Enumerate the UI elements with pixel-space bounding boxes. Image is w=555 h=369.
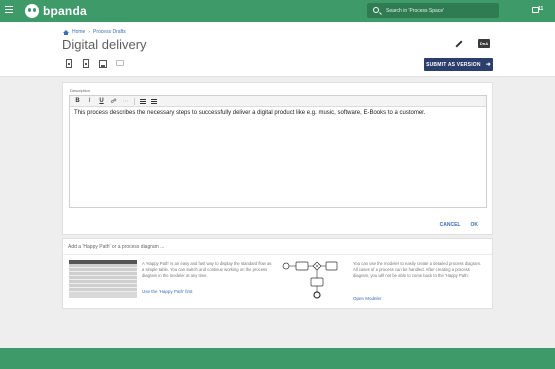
- search-input[interactable]: [386, 5, 494, 16]
- document-settings-icon[interactable]: [81, 59, 91, 69]
- save-icon[interactable]: [98, 59, 108, 69]
- page-title: Digital delivery: [62, 37, 147, 52]
- notification-icon[interactable]: 11: [532, 6, 543, 15]
- app-name: bpanda: [43, 4, 87, 18]
- process-diagram-preview: [282, 261, 338, 299]
- dna-icon[interactable]: DnA: [478, 39, 490, 48]
- use-happy-path-link[interactable]: Use the 'Happy Path' first: [142, 289, 193, 294]
- home-icon[interactable]: [63, 29, 69, 35]
- happy-path-description: A 'Happy Path' is an easy and fast way t…: [142, 261, 272, 278]
- arrow-right-icon: ➜: [485, 62, 491, 68]
- breadcrumb-process-drafts[interactable]: Process Drafts: [93, 29, 126, 35]
- edit-icon[interactable]: [455, 40, 463, 48]
- app-logo[interactable]: bpanda: [25, 3, 87, 19]
- notification-count: 11: [538, 6, 544, 12]
- divider: [63, 254, 492, 255]
- submit-label: SUBMIT AS VERSION: [426, 61, 481, 68]
- link-icon[interactable]: ☍: [110, 98, 117, 105]
- footer-bar: [0, 348, 555, 369]
- breadcrumb-home[interactable]: Home: [72, 29, 85, 35]
- description-label: Description: [70, 88, 91, 93]
- submit-as-version-button[interactable]: SUBMIT AS VERSION ➜: [424, 58, 493, 71]
- search-box[interactable]: [367, 3, 499, 18]
- editor-toolbar: B I U ☍ ⋯: [70, 96, 486, 107]
- choice-title: Add a 'Happy Path' or a process diagram …: [68, 244, 165, 250]
- open-modeler-link[interactable]: Open Modeler: [353, 296, 382, 301]
- description-actions: CANCEL OK: [440, 222, 478, 228]
- unlink-icon[interactable]: ⋯: [122, 98, 129, 105]
- search-icon: [373, 7, 379, 13]
- page-header: Home › Process Drafts Digital delivery D…: [0, 22, 555, 77]
- panda-logo-icon: [25, 4, 39, 18]
- toolbar-divider: [134, 97, 135, 105]
- bullet-list-icon[interactable]: [140, 98, 146, 104]
- document-icon[interactable]: [64, 59, 74, 69]
- ok-button[interactable]: OK: [471, 222, 479, 228]
- italic-icon[interactable]: I: [86, 98, 93, 104]
- modeler-description: You can use the modeler to easily create…: [353, 261, 482, 278]
- underline-icon[interactable]: U: [98, 98, 105, 104]
- menu-icon[interactable]: [5, 6, 13, 15]
- description-text[interactable]: This process describes the necessary ste…: [70, 107, 486, 119]
- numbered-list-icon[interactable]: [151, 98, 157, 104]
- breadcrumb-separator-icon: ›: [88, 29, 91, 35]
- description-editor[interactable]: B I U ☍ ⋯ This process describes the nec…: [69, 95, 487, 208]
- toolbar-icons: [64, 59, 125, 69]
- happy-path-preview: [69, 260, 137, 298]
- diagram-choice-card: Add a 'Happy Path' or a process diagram …: [62, 238, 493, 309]
- bold-icon[interactable]: B: [74, 98, 81, 104]
- breadcrumb: Home › Process Drafts: [63, 29, 126, 35]
- description-card: Description B I U ☍ ⋯ This process descr…: [62, 82, 493, 235]
- cancel-button[interactable]: CANCEL: [440, 222, 461, 228]
- comment-icon[interactable]: [115, 59, 125, 69]
- top-bar: bpanda 11: [0, 0, 555, 22]
